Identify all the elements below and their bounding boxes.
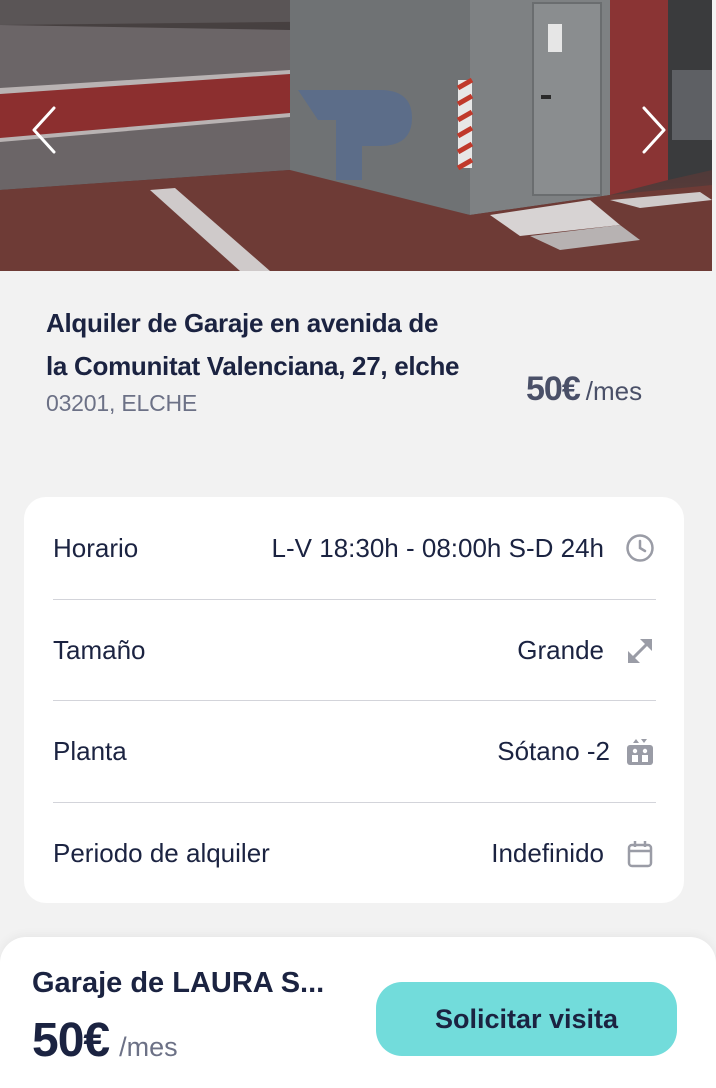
detail-row-floor: Planta Sótano -2 [53, 700, 656, 802]
detail-row-schedule: Horario L-V 18:30h - 08:00h S-D 24h [53, 497, 656, 599]
gallery-next-button[interactable] [640, 105, 676, 165]
detail-value: Grande [517, 635, 604, 665]
listing-price: 50€/mes [526, 370, 642, 409]
price-unit: /mes [585, 376, 643, 406]
detail-label: Horario [53, 532, 139, 563]
bottom-action-bar: Garaje de LAURA S... 50€ /mes Solicitar v… [0, 937, 716, 1088]
detail-value: Indefinido [491, 838, 604, 868]
chevron-right-icon [642, 106, 666, 154]
elevator-icon [624, 736, 656, 768]
gallery-prev-button[interactable] [30, 105, 66, 165]
listing-title: Alquiler de Garaje en avenida de la Comu… [46, 308, 460, 381]
price-amount: 50€ [526, 370, 581, 408]
calendar-icon [624, 838, 656, 870]
detail-value: L-V 18:30h - 08:00h S-D 24h [271, 532, 604, 563]
garage-owner-name: Garaje de LAURA S... [32, 967, 325, 999]
clock-icon [624, 532, 656, 564]
detail-value: Sótano -2 [497, 736, 610, 766]
detail-label: Periodo de alquiler [53, 838, 270, 868]
detail-label: Tamaño [53, 635, 146, 665]
bottom-price-amount: 50€ [32, 1014, 110, 1067]
detail-row-size: Tamaño Grande [53, 599, 656, 701]
chevron-left-icon [32, 106, 56, 154]
bottom-price: 50€ /mes [32, 1013, 178, 1068]
bottom-price-unit: /mes [119, 1032, 178, 1062]
listing-header: Alquiler de Garaje en avenida de la Comu… [46, 302, 466, 417]
listing-photo[interactable] [0, 0, 712, 271]
detail-row-rental-period: Periodo de alquiler Indefinido [53, 802, 656, 904]
details-card: Horario L-V 18:30h - 08:00h S-D 24h Tama… [24, 497, 684, 903]
detail-label: Planta [53, 736, 127, 766]
request-visit-button[interactable]: Solicitar visita [376, 982, 677, 1056]
garage-photo-illustration [0, 0, 712, 271]
expand-arrows-icon [624, 635, 656, 667]
listing-postal-address: 03201, ELCHE [46, 390, 198, 416]
